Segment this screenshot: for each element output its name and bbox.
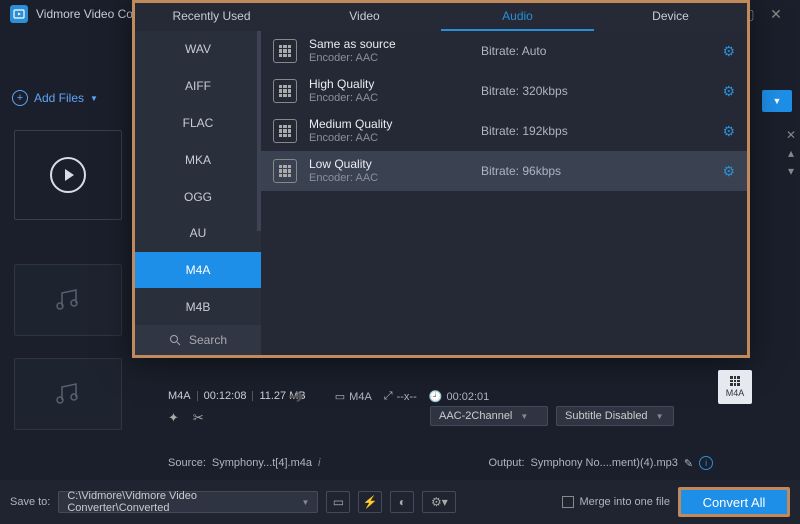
gear-icon[interactable]: ⚙ [722, 123, 735, 140]
chevron-down-icon: ▼ [90, 94, 98, 103]
search-label: Search [189, 333, 227, 347]
profile-icon [273, 159, 297, 183]
audio-select[interactable]: AAC-2Channel▼ [430, 406, 548, 426]
add-files-label: Add Files [34, 91, 84, 105]
close-button[interactable]: ✕ [762, 6, 790, 23]
output-info: Output: Symphony No....ment)(4).mp3 ✎ i [488, 456, 713, 470]
save-to-label: Save to: [10, 496, 50, 508]
format-item-aiff[interactable]: AIFF [135, 68, 261, 105]
effects-icon[interactable]: ✦ [168, 410, 179, 426]
chevron-down-icon: ▼ [301, 498, 309, 507]
format-sidebar: WAV AIFF FLAC MKA OGG AU M4A M4B Search [135, 31, 261, 355]
merge-checkbox[interactable]: Merge into one file [562, 496, 671, 508]
profile-same-as-source[interactable]: Same as sourceEncoder: AAC Bitrate: Auto… [261, 31, 747, 71]
search-icon [169, 334, 181, 346]
close-panel-icon[interactable]: ✕ [786, 128, 796, 142]
format-item-m4a[interactable]: M4A [135, 252, 261, 289]
profile-icon [273, 119, 297, 143]
hardware-accel-button[interactable]: ⚡ [358, 491, 382, 513]
format-search-input[interactable]: Search [135, 325, 261, 355]
format-item-m4b[interactable]: M4B [135, 288, 261, 325]
duration-chip: 🕘 00:02:01 [429, 390, 490, 403]
cut-icon[interactable]: ✂ [193, 410, 204, 426]
high-speed-button[interactable]: ◐ [390, 491, 414, 513]
format-item-au[interactable]: AU [135, 215, 261, 252]
convert-all-button[interactable]: Convert All [678, 487, 790, 517]
tab-device[interactable]: Device [594, 3, 747, 31]
list-item-thumbnail[interactable] [14, 264, 122, 336]
pencil-icon[interactable]: ✎ [684, 457, 693, 470]
format-picker-panel: Recently Used Video Audio Device WAV AIF… [132, 0, 750, 358]
info-icon[interactable]: i [699, 456, 713, 470]
profile-icon [273, 39, 297, 63]
subtitle-select[interactable]: Subtitle Disabled▼ [556, 406, 674, 426]
move-down-icon[interactable]: ▾ [786, 164, 796, 178]
play-icon [50, 157, 86, 193]
open-folder-button[interactable]: ▭ [326, 491, 350, 513]
format-item-mka[interactable]: MKA [135, 141, 261, 178]
target-format-chip: ▭ M4A [335, 390, 372, 403]
gear-icon[interactable]: ⚙ [722, 43, 735, 60]
source-info: Source: Symphony...t[4].m4a i [168, 456, 320, 470]
profile-icon [273, 79, 297, 103]
gear-icon[interactable]: ⚙ [722, 163, 735, 180]
list-item-thumbnail[interactable] [14, 358, 122, 430]
tab-recently-used[interactable]: Recently Used [135, 3, 288, 31]
target-format-tile[interactable]: M4A [718, 370, 752, 404]
profile-low-quality[interactable]: Low QualityEncoder: AAC Bitrate: 96kbps … [261, 151, 747, 191]
add-files-button[interactable]: + Add Files ▼ [12, 90, 98, 106]
chevron-down-icon: ▼ [656, 412, 664, 421]
app-logo [10, 5, 28, 23]
format-item-flac[interactable]: FLAC [135, 105, 261, 142]
gear-icon[interactable]: ⚙ [722, 83, 735, 100]
profile-medium-quality[interactable]: Medium QualityEncoder: AAC Bitrate: 192k… [261, 111, 747, 151]
resolution-chip: ⤢ --x-- [384, 390, 417, 403]
format-item-wav[interactable]: WAV [135, 31, 261, 68]
profiles-list: Same as sourceEncoder: AAC Bitrate: Auto… [261, 31, 747, 355]
settings-button[interactable]: ⚙▾ [422, 491, 456, 513]
arrow-icon: ➔ [288, 384, 305, 409]
chevron-down-icon: ▼ [520, 412, 528, 421]
tab-video[interactable]: Video [288, 3, 441, 31]
save-path-select[interactable]: C:\Vidmore\Vidmore Video Converter\Conve… [58, 491, 318, 513]
format-item-ogg[interactable]: OGG [135, 178, 261, 215]
plus-icon: + [12, 90, 28, 106]
source-info-icon[interactable]: i [318, 457, 320, 469]
preview-thumbnail[interactable] [14, 130, 122, 220]
profile-high-quality[interactable]: High QualityEncoder: AAC Bitrate: 320kbp… [261, 71, 747, 111]
tab-audio[interactable]: Audio [441, 3, 594, 31]
move-up-icon[interactable]: ▴ [786, 146, 796, 160]
convert-dropdown-button[interactable]: ▼ [762, 90, 792, 112]
